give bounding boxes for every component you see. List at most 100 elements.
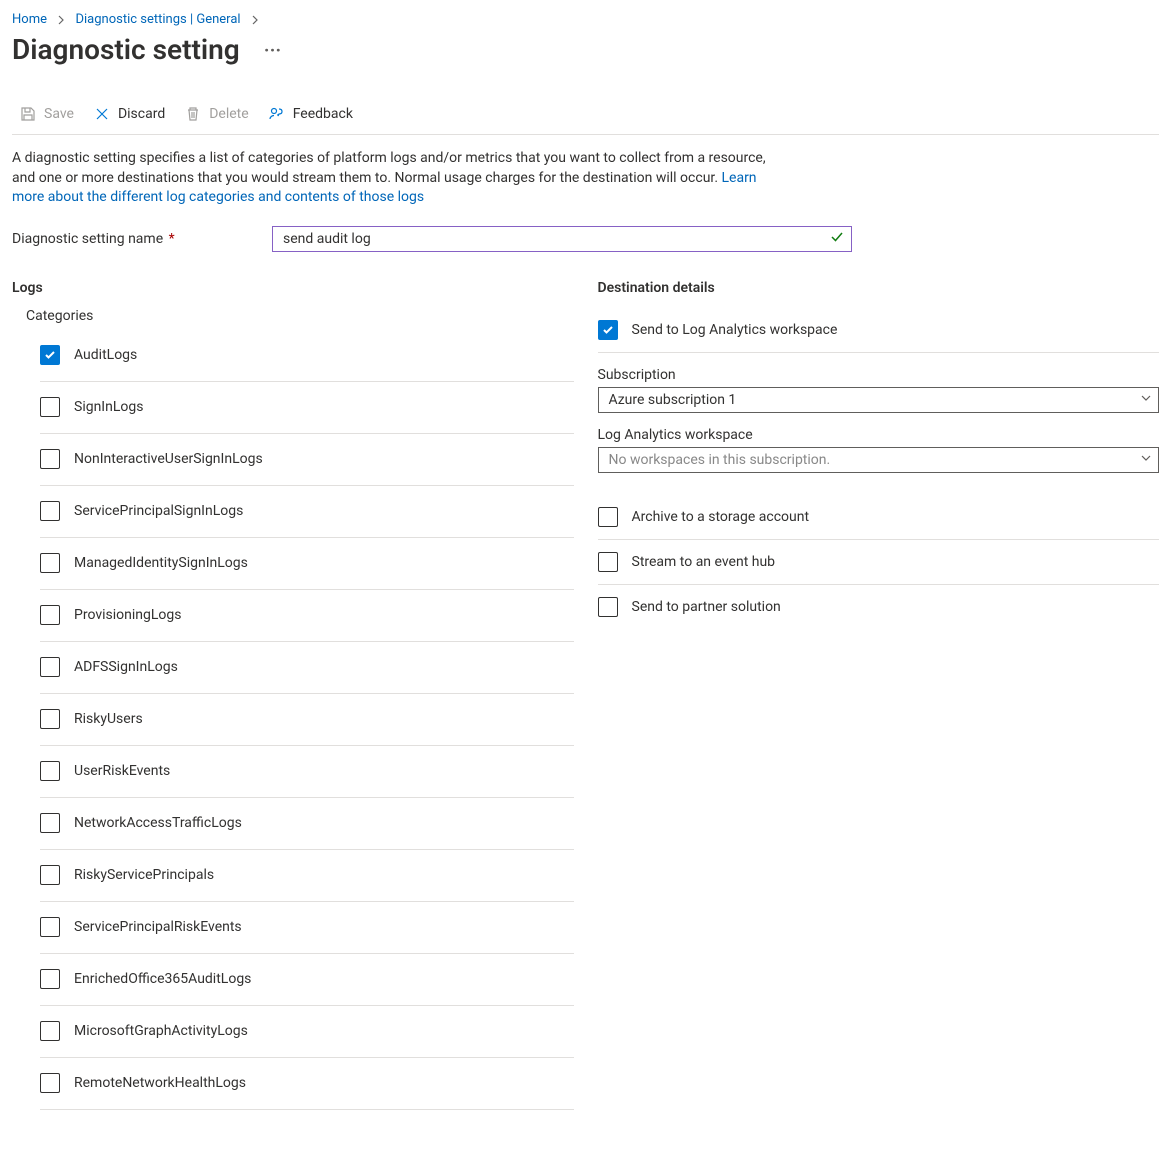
dest-partner-row: Send to partner solution bbox=[598, 585, 1160, 629]
category-label: MicrosoftGraphActivityLogs bbox=[74, 1023, 248, 1039]
validation-ok-icon bbox=[830, 230, 844, 248]
dest-eventhub-checkbox[interactable] bbox=[598, 552, 618, 572]
chevron-right-icon bbox=[250, 12, 260, 27]
page-title-text: Diagnostic setting bbox=[12, 33, 240, 66]
category-row: RemoteNetworkHealthLogs bbox=[40, 1058, 574, 1110]
toolbar-divider bbox=[12, 134, 1159, 135]
category-row: ADFSSignInLogs bbox=[40, 642, 574, 694]
dest-storage-label: Archive to a storage account bbox=[632, 509, 810, 525]
feedback-label: Feedback bbox=[293, 106, 353, 122]
category-checkbox[interactable] bbox=[40, 761, 60, 781]
category-checkbox[interactable] bbox=[40, 605, 60, 625]
logs-section: Logs Categories AuditLogs SignInLogs NonIn… bbox=[12, 280, 574, 1110]
more-actions-button[interactable]: ··· bbox=[256, 40, 290, 60]
workspace-field: Log Analytics workspace No workspaces in… bbox=[598, 427, 1160, 473]
category-label: AuditLogs bbox=[74, 347, 137, 363]
category-row: UserRiskEvents bbox=[40, 746, 574, 798]
subscription-field: Subscription Azure subscription 1 bbox=[598, 367, 1160, 413]
dest-eventhub-row: Stream to an event hub bbox=[598, 540, 1160, 585]
discard-icon bbox=[94, 106, 110, 122]
save-button: Save bbox=[12, 100, 82, 128]
category-row: NonInteractiveUserSignInLogs bbox=[40, 434, 574, 486]
category-row: RiskyServicePrincipals bbox=[40, 850, 574, 902]
workspace-select[interactable]: No workspaces in this subscription. bbox=[598, 447, 1160, 473]
category-checkbox[interactable] bbox=[40, 865, 60, 885]
category-row: ServicePrincipalSignInLogs bbox=[40, 486, 574, 538]
dest-storage-row: Archive to a storage account bbox=[598, 495, 1160, 540]
category-checkbox[interactable] bbox=[40, 397, 60, 417]
category-row: SignInLogs bbox=[40, 382, 574, 434]
category-checkbox[interactable] bbox=[40, 917, 60, 937]
category-label: ProvisioningLogs bbox=[74, 607, 181, 623]
subscription-select[interactable]: Azure subscription 1 bbox=[598, 387, 1160, 413]
breadcrumb-diagnostic-settings[interactable]: Diagnostic settings | General bbox=[75, 12, 240, 27]
dest-partner-label: Send to partner solution bbox=[632, 599, 781, 615]
category-label: SignInLogs bbox=[74, 399, 143, 415]
category-row: ServicePrincipalRiskEvents bbox=[40, 902, 574, 954]
subscription-label: Subscription bbox=[598, 367, 1160, 383]
chevron-down-icon bbox=[1140, 452, 1152, 468]
breadcrumb-home[interactable]: Home bbox=[12, 12, 47, 27]
category-checkbox[interactable] bbox=[40, 709, 60, 729]
category-checkbox[interactable] bbox=[40, 1073, 60, 1093]
chevron-down-icon bbox=[1140, 392, 1152, 408]
category-row: MicrosoftGraphActivityLogs bbox=[40, 1006, 574, 1058]
workspace-label: Log Analytics workspace bbox=[598, 427, 1160, 443]
category-checkbox[interactable] bbox=[40, 449, 60, 469]
category-checkbox[interactable] bbox=[40, 657, 60, 677]
dest-log-analytics-label: Send to Log Analytics workspace bbox=[632, 322, 838, 338]
name-row: Diagnostic setting name * bbox=[12, 226, 1159, 252]
chevron-right-icon bbox=[56, 12, 66, 27]
intro-body: A diagnostic setting specifies a list of… bbox=[12, 150, 766, 186]
category-label: ManagedIdentitySignInLogs bbox=[74, 555, 248, 571]
category-label: ServicePrincipalRiskEvents bbox=[74, 919, 242, 935]
toolbar: Save Discard Delete Feedback bbox=[12, 94, 1159, 134]
category-row: AuditLogs bbox=[40, 330, 574, 382]
category-row: ManagedIdentitySignInLogs bbox=[40, 538, 574, 590]
name-label-text: Diagnostic setting name bbox=[12, 231, 163, 247]
page-title: Diagnostic setting ··· bbox=[12, 33, 1159, 66]
feedback-icon bbox=[269, 106, 285, 122]
category-checkbox[interactable] bbox=[40, 813, 60, 833]
destination-section: Destination details Send to Log Analytic… bbox=[598, 280, 1160, 629]
logs-heading: Logs bbox=[12, 280, 574, 296]
required-asterisk: * bbox=[169, 231, 175, 247]
categories-heading: Categories bbox=[26, 308, 574, 324]
dest-partner-checkbox[interactable] bbox=[598, 597, 618, 617]
breadcrumb: Home Diagnostic settings | General bbox=[12, 12, 1159, 27]
category-checkbox[interactable] bbox=[40, 1021, 60, 1041]
category-checkbox[interactable] bbox=[40, 501, 60, 521]
dest-eventhub-label: Stream to an event hub bbox=[632, 554, 776, 570]
category-label: ServicePrincipalSignInLogs bbox=[74, 503, 243, 519]
name-label: Diagnostic setting name * bbox=[12, 231, 272, 247]
dest-log-analytics-row: Send to Log Analytics workspace bbox=[598, 308, 1160, 353]
category-checkbox[interactable] bbox=[40, 553, 60, 573]
dest-storage-checkbox[interactable] bbox=[598, 507, 618, 527]
category-label: EnrichedOffice365AuditLogs bbox=[74, 971, 251, 987]
category-row: EnrichedOffice365AuditLogs bbox=[40, 954, 574, 1006]
category-label: NonInteractiveUserSignInLogs bbox=[74, 451, 263, 467]
save-label: Save bbox=[44, 106, 74, 122]
dest-log-analytics-checkbox[interactable] bbox=[598, 320, 618, 340]
category-row: NetworkAccessTrafficLogs bbox=[40, 798, 574, 850]
category-row: ProvisioningLogs bbox=[40, 590, 574, 642]
save-icon bbox=[20, 106, 36, 122]
workspace-placeholder: No workspaces in this subscription. bbox=[609, 452, 831, 468]
category-checkbox[interactable] bbox=[40, 969, 60, 989]
discard-button[interactable]: Discard bbox=[86, 100, 173, 128]
intro-text: A diagnostic setting specifies a list of… bbox=[12, 149, 772, 208]
category-label: NetworkAccessTrafficLogs bbox=[74, 815, 242, 831]
diagnostic-name-input[interactable] bbox=[272, 226, 852, 252]
delete-icon bbox=[185, 106, 201, 122]
category-label: ADFSSignInLogs bbox=[74, 659, 178, 675]
category-label: RemoteNetworkHealthLogs bbox=[74, 1075, 246, 1091]
destination-heading: Destination details bbox=[598, 280, 1160, 296]
feedback-button[interactable]: Feedback bbox=[261, 100, 361, 128]
category-checkbox[interactable] bbox=[40, 345, 60, 365]
category-label: RiskyUsers bbox=[74, 711, 143, 727]
delete-label: Delete bbox=[209, 106, 248, 122]
subscription-value: Azure subscription 1 bbox=[609, 392, 737, 408]
category-label: UserRiskEvents bbox=[74, 763, 170, 779]
category-row: RiskyUsers bbox=[40, 694, 574, 746]
discard-label: Discard bbox=[118, 106, 165, 122]
